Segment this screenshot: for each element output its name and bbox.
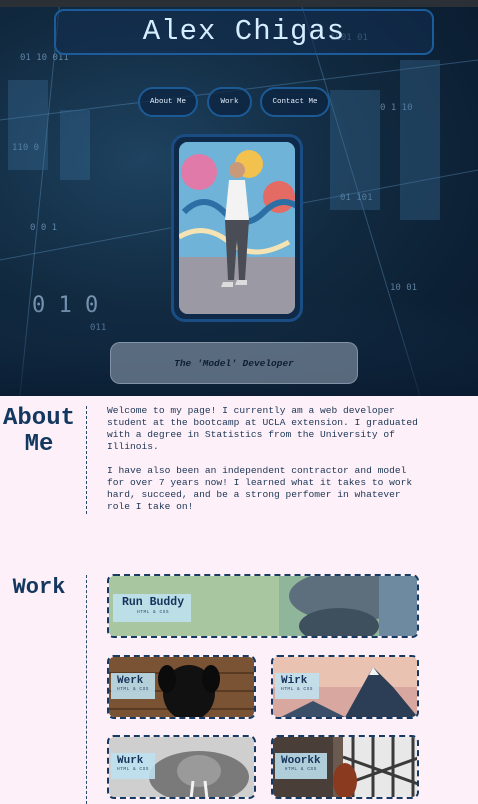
nav-work-button[interactable]: Work [207,87,252,117]
run-buddy-label: Run Buddy HTML & CSS [113,594,192,622]
about-paragraph-1: Welcome to my page! I currently am a web… [107,405,418,452]
wurk-label: Wurk HTML & CSS [111,753,156,779]
werk-tech: HTML & CSS [117,687,150,692]
project-card-run-buddy[interactable]: Run Buddy HTML & CSS [107,574,419,638]
about-me-heading: About Me [2,405,75,458]
about-paragraph-2: I have also been an independent contract… [107,465,413,512]
run-buddy-title: Run Buddy [122,596,185,609]
werk-label: Werk HTML & CSS [111,673,156,699]
about-text: Welcome to my page! I currently am a web… [107,405,425,513]
wirk-tech: HTML & CSS [281,687,314,692]
project-card-wurk[interactable]: Wurk HTML & CSS [107,735,256,799]
woorkk-title: Woorkk [281,755,321,767]
werk-title: Werk [117,675,144,687]
hero-tagline: The 'Model' Developer [110,342,358,384]
run-buddy-tech: HTML & CSS [137,610,170,615]
project-card-werk[interactable]: Werk HTML & CSS [107,655,256,719]
wirk-title: Wirk [281,675,308,687]
project-card-woorkk[interactable]: Woorkk HTML & CSS [271,735,419,799]
nav-contact-me-button[interactable]: Contact Me [260,87,330,117]
svg-text:0 0 1: 0 0 1 [30,223,57,233]
about-divider [86,406,87,514]
wurk-title: Wurk [117,755,144,767]
svg-text:10 01: 10 01 [390,283,417,293]
wirk-label: Wirk HTML & CSS [275,673,320,699]
site-title: Alex Chigas [54,9,434,55]
browser-top-bar [0,0,478,7]
woorkk-tech: HTML & CSS [284,767,317,772]
work-heading: Work [12,575,66,600]
profile-photo [179,142,295,314]
hero-banner: 01 10 011 1001 01 0 1 10 110 0 01 101 0 … [0,0,478,396]
nav-about-me-button[interactable]: About Me [138,87,198,117]
profile-photo-frame [171,134,303,322]
wurk-tech: HTML & CSS [117,767,150,772]
work-divider [86,575,87,804]
project-card-wirk[interactable]: Wirk HTML & CSS [271,655,419,719]
woorkk-label: Woorkk HTML & CSS [275,753,327,779]
